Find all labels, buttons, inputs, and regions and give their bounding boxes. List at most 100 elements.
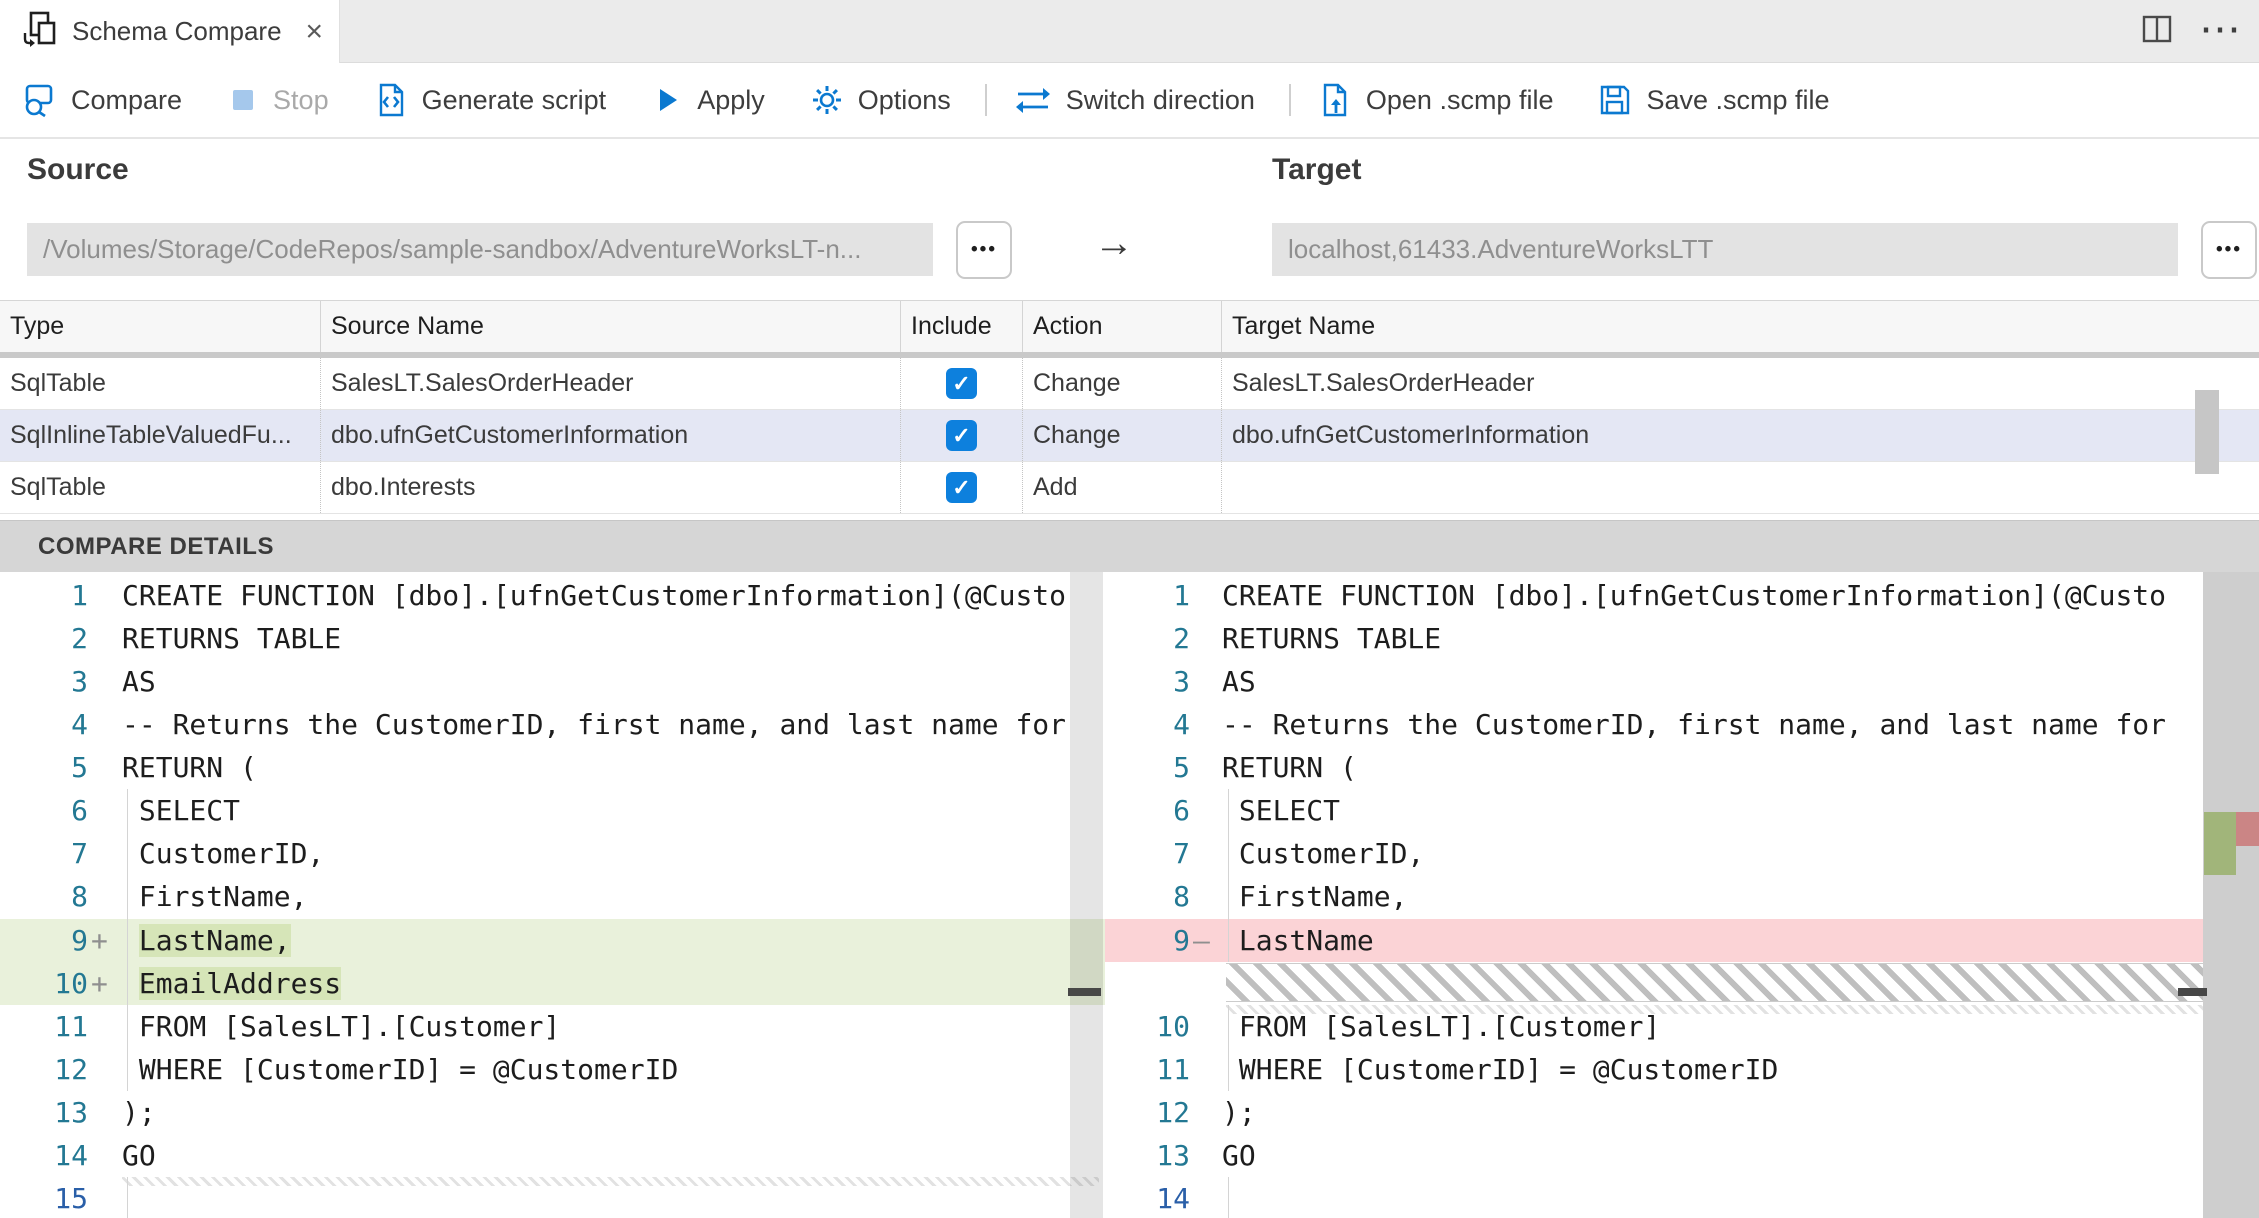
diff-filler-region xyxy=(1105,962,2259,1005)
column-header-include[interactable]: Include xyxy=(900,301,1022,352)
target-input[interactable]: localhost,61433.AdventureWorksLTT xyxy=(1272,223,2178,276)
column-header-type[interactable]: Type xyxy=(0,301,320,352)
code-line: 8 FirstName, xyxy=(0,875,1105,919)
code-line: 9– LastName xyxy=(1105,918,2259,962)
diff-line-marker xyxy=(88,1091,122,1134)
code-line: 15 xyxy=(0,1176,1105,1218)
code-line: 4 -- Returns the CustomerID, first name, … xyxy=(0,703,1105,746)
diff-line-marker xyxy=(88,1177,122,1218)
code-line: 1 CREATE FUNCTION [dbo].[ufnGetCustomerIn… xyxy=(0,574,1105,617)
table-row[interactable]: SqlTable SalesLT.SalesOrderHeader ✓ Change S… xyxy=(0,358,2259,410)
overview-ruler-delete-marker xyxy=(2236,812,2259,846)
split-editor-icon[interactable] xyxy=(2141,13,2173,50)
cell-include: ✓ xyxy=(900,462,1022,513)
diff-line-marker xyxy=(1190,746,1222,789)
diff-line-marker xyxy=(88,1048,122,1091)
source-input[interactable]: /Volumes/Storage/CodeRepos/sample-sandbo… xyxy=(27,223,933,276)
include-checkbox[interactable]: ✓ xyxy=(946,368,977,399)
line-number: 4 xyxy=(71,708,88,742)
compare-details-bar[interactable]: COMPARE DETAILS xyxy=(0,520,2259,572)
code-text: SELECT xyxy=(122,794,241,828)
target-code-pane[interactable]: 1 CREATE FUNCTION [dbo].[ufnGetCustomerIn… xyxy=(1105,572,2259,1218)
apply-label: Apply xyxy=(697,84,765,115)
tab-close-icon[interactable]: × xyxy=(306,16,324,47)
cell-action: Add xyxy=(1022,462,1221,513)
apply-icon xyxy=(660,89,678,111)
code-text: CREATE FUNCTION [dbo].[ufnGetCustomerInf… xyxy=(122,579,1067,612)
code-line: 10 FROM [SalesLT].[Customer] xyxy=(1105,1004,2259,1048)
line-number: 3 xyxy=(71,665,88,699)
line-number: 3 xyxy=(1173,665,1190,699)
include-checkbox[interactable]: ✓ xyxy=(946,472,977,503)
line-number: 4 xyxy=(1173,708,1190,742)
code-line: 12); xyxy=(1105,1091,2259,1134)
save-scmp-button[interactable]: Save .scmp file xyxy=(1597,82,1830,118)
line-number: 13 xyxy=(1156,1138,1190,1172)
table-vertical-scrollbar[interactable] xyxy=(2195,390,2219,474)
code-text: FROM [SalesLT].[Customer] xyxy=(122,1009,561,1043)
open-file-icon xyxy=(1323,83,1347,117)
generate-script-button[interactable]: Generate script xyxy=(373,82,607,118)
save-icon xyxy=(1601,85,1630,115)
tab-schema-compare[interactable]: Schema Compare × xyxy=(0,0,340,63)
code-text: CustomerID, xyxy=(122,837,325,871)
code-text: RETURNS TABLE xyxy=(1222,622,1442,656)
left-editor-scrollbar[interactable] xyxy=(1070,572,1103,1218)
open-scmp-button[interactable]: Open .scmp file xyxy=(1317,82,1553,118)
options-gear-icon xyxy=(812,86,841,114)
line-number: 5 xyxy=(71,751,88,785)
switch-direction-button[interactable]: Switch direction xyxy=(1013,83,1255,117)
code-line: 12 WHERE [CustomerID] = @CustomerID xyxy=(0,1047,1105,1091)
right-editor-scrollbar[interactable] xyxy=(2203,572,2259,1218)
toolbar-separator xyxy=(1288,84,1291,116)
cell-target-name: SalesLT.SalesOrderHeader xyxy=(1221,358,2259,409)
compare-details-editor: 1 CREATE FUNCTION [dbo].[ufnGetCustomerIn… xyxy=(0,572,2259,1218)
schema-compare-app: Schema Compare × ⋯ Compare Stop Generate… xyxy=(0,0,2259,1218)
code-line: 2 RETURNS TABLE xyxy=(1105,617,2259,660)
diff-line-marker xyxy=(1190,574,1222,617)
right-diff-marker xyxy=(2178,988,2207,996)
code-text: -- Returns the CustomerID, first name, a… xyxy=(1222,708,2167,742)
line-number: 1 xyxy=(71,579,88,612)
line-number: 6 xyxy=(1173,794,1190,828)
line-number: 9 xyxy=(71,923,88,957)
code-text: SELECT xyxy=(1222,794,1341,828)
column-header-source-name[interactable]: Source Name xyxy=(320,301,900,352)
options-button[interactable]: Options xyxy=(809,82,951,118)
target-browse-button[interactable]: ••• xyxy=(2201,221,2257,279)
table-row[interactable]: SqlTable dbo.Interests ✓ Add xyxy=(0,462,2259,514)
cell-action: Change xyxy=(1022,410,1221,461)
stop-button[interactable]: Stop xyxy=(226,83,329,117)
overview-ruler-insert-marker xyxy=(2204,812,2236,875)
diff-line-marker xyxy=(88,832,122,875)
diff-line-marker xyxy=(1190,832,1222,875)
left-diff-marker xyxy=(1068,988,1101,996)
cell-type: SqlTable xyxy=(10,369,106,397)
generate-script-label: Generate script xyxy=(421,84,607,115)
direction-arrow-icon: → xyxy=(1094,221,1134,265)
table-row[interactable]: SqlInlineTableValuedFu... dbo.ufnGetCusto… xyxy=(0,410,2259,462)
code-line: 4 -- Returns the CustomerID, first name, … xyxy=(1105,703,2259,746)
diff-line-marker: + xyxy=(91,966,108,1000)
line-number: 10 xyxy=(54,966,88,1000)
column-header-target-name[interactable]: Target Name xyxy=(1221,301,2259,352)
switch-direction-label: Switch direction xyxy=(1065,84,1255,115)
diff-line-marker xyxy=(88,1134,122,1177)
apply-button[interactable]: Apply xyxy=(650,83,765,117)
compare-button[interactable]: Compare xyxy=(22,82,182,118)
diff-line-marker xyxy=(88,617,122,660)
toolbar: Compare Stop Generate script Apply Optio… xyxy=(0,63,2259,139)
source-browse-button[interactable]: ••• xyxy=(956,221,1012,279)
column-header-action[interactable]: Action xyxy=(1022,301,1221,352)
diff-line-marker: – xyxy=(1193,923,1210,957)
line-number: 10 xyxy=(1156,1009,1190,1043)
line-number: 12 xyxy=(54,1052,88,1086)
stop-label: Stop xyxy=(273,84,329,115)
include-checkbox[interactable]: ✓ xyxy=(946,420,977,451)
code-line: 11 FROM [SalesLT].[Customer] xyxy=(0,1004,1105,1048)
source-code-pane[interactable]: 1 CREATE FUNCTION [dbo].[ufnGetCustomerIn… xyxy=(0,572,1105,1218)
code-text: GO xyxy=(122,1138,156,1172)
connections-section: Source /Volumes/Storage/CodeRepos/sample… xyxy=(0,139,2259,300)
diff-table-body: SqlTable SalesLT.SalesOrderHeader ✓ Change S… xyxy=(0,358,2259,514)
